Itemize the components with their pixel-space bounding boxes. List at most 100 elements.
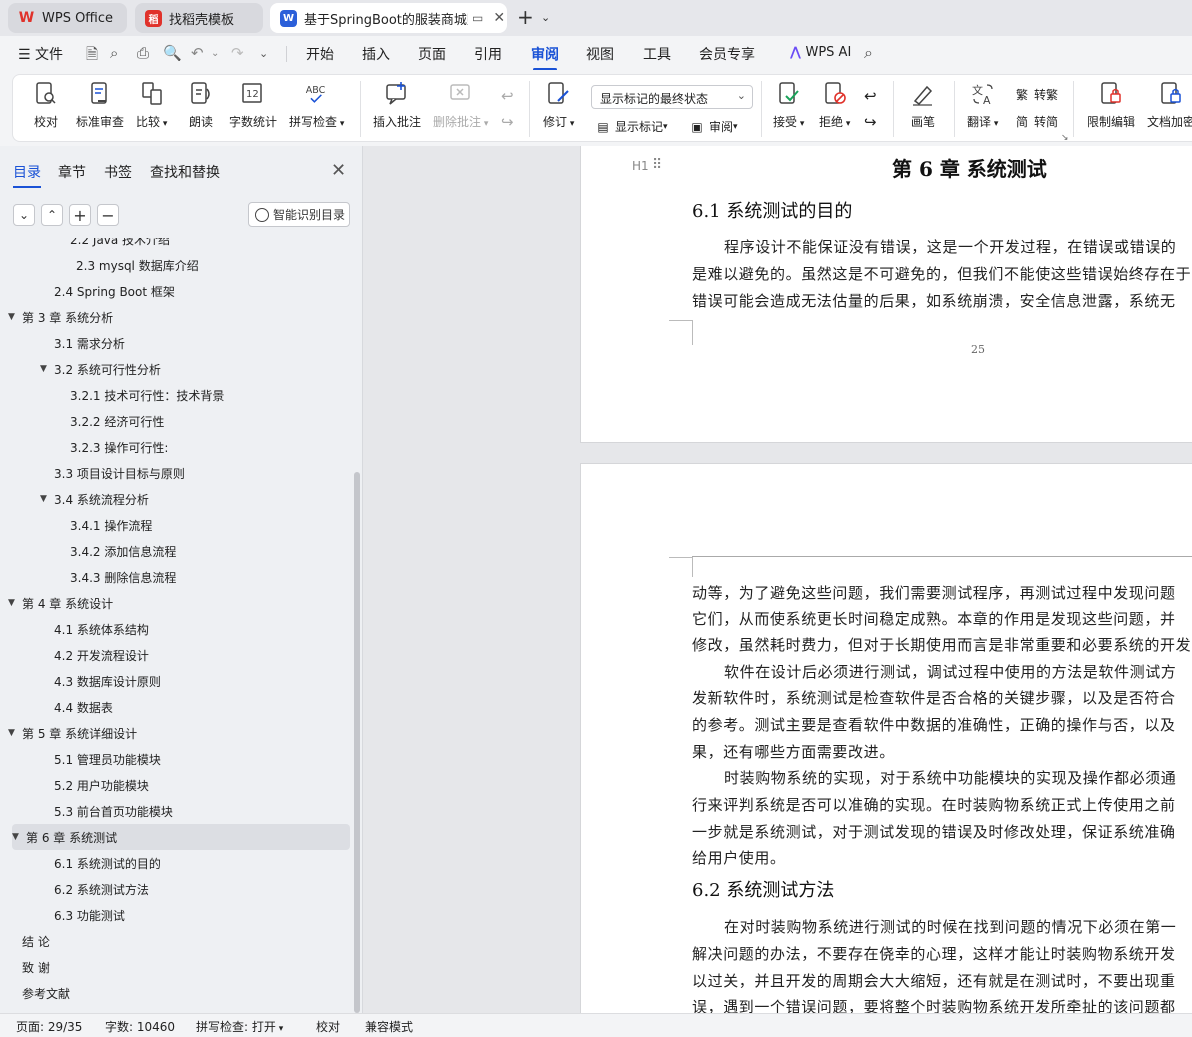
menu-insert[interactable]: 插入 <box>362 44 390 64</box>
toc-item[interactable]: 4.4 数据表 <box>0 694 352 720</box>
redo-icon[interactable]: ↷ <box>231 44 244 62</box>
tab-monitor-icon[interactable]: ▭ <box>472 11 483 25</box>
spell-check-status[interactable]: 拼写检查: 打开 ▾ <box>196 1018 283 1035</box>
review-pane-button[interactable]: ▣ 审阅 ▾ <box>689 118 737 135</box>
toc-item[interactable]: 2.2 Java 技术介绍 <box>0 238 352 252</box>
proofread-status[interactable]: 校对 <box>316 1018 340 1035</box>
drag-handle-icon[interactable]: ⠿ <box>652 157 662 173</box>
toc-item[interactable]: 5.3 前台首页功能模块 <box>0 798 352 824</box>
rename-icon[interactable]: ⌕ <box>110 44 118 62</box>
standard-review-button[interactable]: 标准审查 <box>76 75 124 130</box>
tab-list-chevron-icon[interactable]: ⌄ <box>541 11 550 24</box>
expand-triangle-icon[interactable]: ▼ <box>12 832 24 842</box>
expand-up-button[interactable]: ⌃ <box>41 204 63 226</box>
toc-item[interactable]: 2.4 Spring Boot 框架 <box>0 278 352 304</box>
toc-item[interactable]: 3.2.3 操作可行性: <box>0 434 352 460</box>
doc-encrypt-button[interactable]: 文档加密 <box>1147 75 1192 130</box>
spell-check-button[interactable]: ABC 拼写检查 ▾ <box>289 75 344 130</box>
menu-member[interactable]: 会员专享 <box>699 44 755 64</box>
compare-button[interactable]: 比较 ▾ <box>136 75 167 130</box>
reject-button[interactable]: 拒绝 ▾ <box>819 75 850 130</box>
insert-comment-button[interactable]: 插入批注 <box>373 75 421 130</box>
toc-item[interactable]: 4.2 开发流程设计 <box>0 642 352 668</box>
toc-item[interactable]: 6.2 系统测试方法 <box>0 876 352 902</box>
new-tab-icon[interactable]: + <box>517 5 534 29</box>
toc-item[interactable]: 3.2.1 技术可行性：技术背景 <box>0 382 352 408</box>
toc-item[interactable]: 3.4.2 添加信息流程 <box>0 538 352 564</box>
next-comment-icon[interactable]: ↪ <box>501 113 514 131</box>
toc-item[interactable]: 5.1 管理员功能模块 <box>0 746 352 772</box>
menu-page[interactable]: 页面 <box>418 44 446 64</box>
menu-start[interactable]: 开始 <box>306 44 334 64</box>
undo-icon[interactable]: ↶ <box>191 44 204 62</box>
collapse-all-button[interactable]: ⌄ <box>13 204 35 226</box>
wps-ai-button[interactable]: ⋀ WPS AI <box>790 45 851 60</box>
read-aloud-button[interactable]: 朗读 <box>188 75 214 130</box>
tab-find-replace[interactable]: 查找和替换 <box>150 162 220 182</box>
toc-item[interactable]: 参考文献 <box>0 980 352 1006</box>
delete-comment-button[interactable]: 删除批注 ▾ <box>433 75 488 130</box>
next-change-icon[interactable]: ↪ <box>864 113 877 131</box>
tab-wps-office[interactable]: W WPS Office <box>8 3 127 33</box>
expand-triangle-icon[interactable]: ▼ <box>8 598 20 608</box>
toc-item[interactable]: 结 论 <box>0 928 352 954</box>
toc-item[interactable]: 6.1 系统测试的目的 <box>0 850 352 876</box>
prev-change-icon[interactable]: ↩ <box>864 87 877 105</box>
toc-item[interactable]: 6.3 功能测试 <box>0 902 352 928</box>
ink-button[interactable]: 画笔 <box>910 75 936 130</box>
expand-triangle-icon[interactable]: ▼ <box>40 364 52 374</box>
tab-document[interactable]: W 基于SpringBoot的服装商城购 ▭ ✕ <box>270 3 507 33</box>
toc-item[interactable]: ▼ 第 3 章 系统分析 <box>0 304 352 330</box>
tab-toc[interactable]: 目录 <box>13 162 41 188</box>
close-icon[interactable]: ✕ <box>331 160 346 181</box>
toc-item[interactable]: 3.1 需求分析 <box>0 330 352 356</box>
toc-item[interactable]: 5.2 用户功能模块 <box>0 772 352 798</box>
toc-item[interactable]: ▼ 3.4 系统流程分析 <box>0 486 352 512</box>
print-icon[interactable]: ⎙ <box>137 44 149 62</box>
ribbon-expand-icon[interactable]: ↘ <box>1061 133 1069 143</box>
toc-item[interactable]: ▼ 第 6 章 系统测试 <box>12 824 350 850</box>
tab-template[interactable]: 稻 找稻壳模板 <box>135 3 263 33</box>
translate-button[interactable]: 文A 翻译 ▾ <box>967 75 998 130</box>
toc-item[interactable]: 3.2.2 经济可行性 <box>0 408 352 434</box>
tab-close-icon[interactable]: ✕ <box>493 10 505 26</box>
word-count-button[interactable]: 12 字数统计 <box>229 75 277 130</box>
markup-state-select[interactable]: 显示标记的最终状态 ⌄ <box>591 85 753 109</box>
save-icon[interactable]: 🗎 <box>86 44 98 69</box>
expand-triangle-icon[interactable]: ▼ <box>40 494 52 504</box>
accept-button[interactable]: 接受 ▾ <box>773 75 804 130</box>
expand-triangle-icon[interactable]: ▼ <box>8 312 20 322</box>
menu-tools[interactable]: 工具 <box>643 44 671 64</box>
prev-comment-icon[interactable]: ↩ <box>501 87 514 105</box>
toc-item[interactable]: ▼ 第 4 章 系统设计 <box>0 590 352 616</box>
toc-item[interactable]: 4.3 数据库设计原则 <box>0 668 352 694</box>
toc-item[interactable]: 2.3 mysql 数据库介绍 <box>0 252 352 278</box>
restrict-edit-button[interactable]: 限制编辑 <box>1087 75 1135 130</box>
tab-bookmarks[interactable]: 书签 <box>104 162 132 182</box>
proofread-button[interactable]: 校对 <box>33 75 59 130</box>
print-preview-icon[interactable]: 🔍 <box>163 44 182 62</box>
more-chevron-icon[interactable]: ⌄ <box>259 47 268 60</box>
tab-chapters[interactable]: 章节 <box>58 162 86 182</box>
file-menu[interactable]: ☰ 文件 <box>18 44 63 64</box>
page-count[interactable]: 页面: 29/35 <box>16 1018 82 1035</box>
show-markup-button[interactable]: ▤ 显示标记 ▾ <box>595 118 667 135</box>
toc-item[interactable]: ▼ 3.2 系统可行性分析 <box>0 356 352 382</box>
word-count[interactable]: 字数: 10460 <box>105 1018 175 1035</box>
track-changes-button[interactable]: 修订 ▾ <box>543 75 574 130</box>
toc-item[interactable]: 3.4.1 操作流程 <box>0 512 352 538</box>
menu-view[interactable]: 视图 <box>586 44 614 64</box>
menu-reference[interactable]: 引用 <box>474 44 502 64</box>
smart-toc-button[interactable]: 智能识别目录 <box>248 202 350 227</box>
expand-triangle-icon[interactable]: ▼ <box>8 728 20 738</box>
toc-item[interactable]: 3.4.3 删除信息流程 <box>0 564 352 590</box>
remove-heading-button[interactable]: − <box>97 204 119 226</box>
to-traditional-button[interactable]: 繁转繁 <box>1014 86 1058 103</box>
to-simplified-button[interactable]: 简转简 <box>1014 113 1058 130</box>
undo-dropdown-icon[interactable]: ⌄ <box>211 48 219 59</box>
toc-item[interactable]: 致 谢 <box>0 954 352 980</box>
add-heading-button[interactable]: + <box>69 204 91 226</box>
search-icon[interactable]: ⌕ <box>864 43 873 63</box>
menu-review[interactable]: 审阅 <box>531 44 559 71</box>
sidebar-scrollbar[interactable] <box>354 472 360 1013</box>
